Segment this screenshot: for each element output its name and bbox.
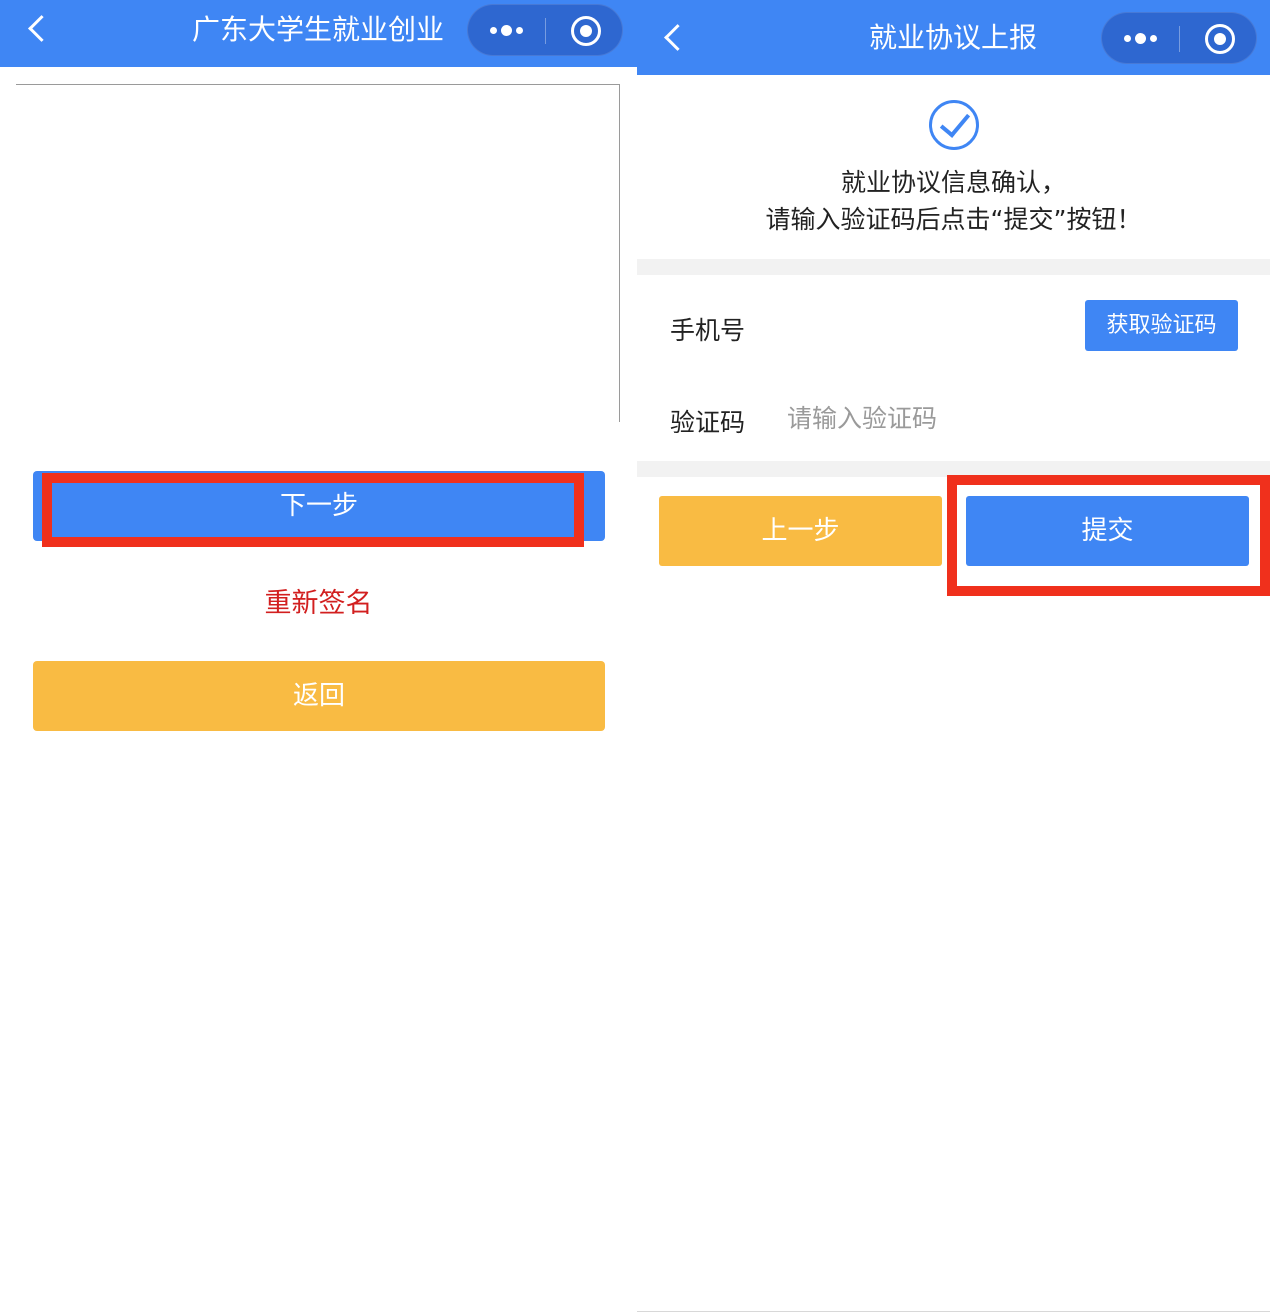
top-navbar: 就业协议上报 [637,0,1270,75]
re-sign-link[interactable]: 重新签名 [0,581,637,620]
target-icon[interactable] [571,16,601,46]
capsule-divider [1179,26,1180,52]
target-icon[interactable] [1205,24,1235,54]
get-verification-code-button[interactable]: 获取验证码 [1085,300,1238,351]
mini-program-capsule [467,4,623,56]
bottom-divider [637,1311,1270,1312]
check-circle-icon [929,100,979,150]
left-screen: 广东大学生就业创业 下一步 重新签名 返回 [0,0,637,1313]
more-icon[interactable] [488,5,528,55]
section-divider [637,461,1270,477]
page-title: 就业协议上报 [868,21,1037,54]
mini-program-capsule [1101,12,1257,64]
back-icon[interactable] [28,15,55,42]
phone-label: 手机号 [670,316,746,345]
back-icon[interactable] [664,24,691,51]
page-title: 广东大学生就业创业 [191,13,444,46]
submit-button[interactable]: 提交 [966,496,1249,566]
more-icon[interactable] [1122,13,1162,63]
confirm-notice-line1: 就业协议信息确认， [840,168,1066,197]
section-divider [637,259,1270,275]
signature-canvas[interactable] [16,84,620,422]
verification-code-input[interactable] [787,396,1227,440]
verification-code-label: 验证码 [670,408,746,437]
capsule-divider [545,18,546,44]
back-button[interactable]: 返回 [33,661,605,731]
top-navbar: 广东大学生就业创业 [0,0,637,67]
right-screen: 就业协议上报 就业协议信息确认， 请输入验证码后点击“提交”按钮！ 手机号 获取… [637,0,1270,1313]
next-step-button[interactable]: 下一步 [33,471,605,541]
confirm-notice-line2: 请输入验证码后点击“提交”按钮！ [765,205,1142,234]
previous-step-button[interactable]: 上一步 [659,496,942,566]
